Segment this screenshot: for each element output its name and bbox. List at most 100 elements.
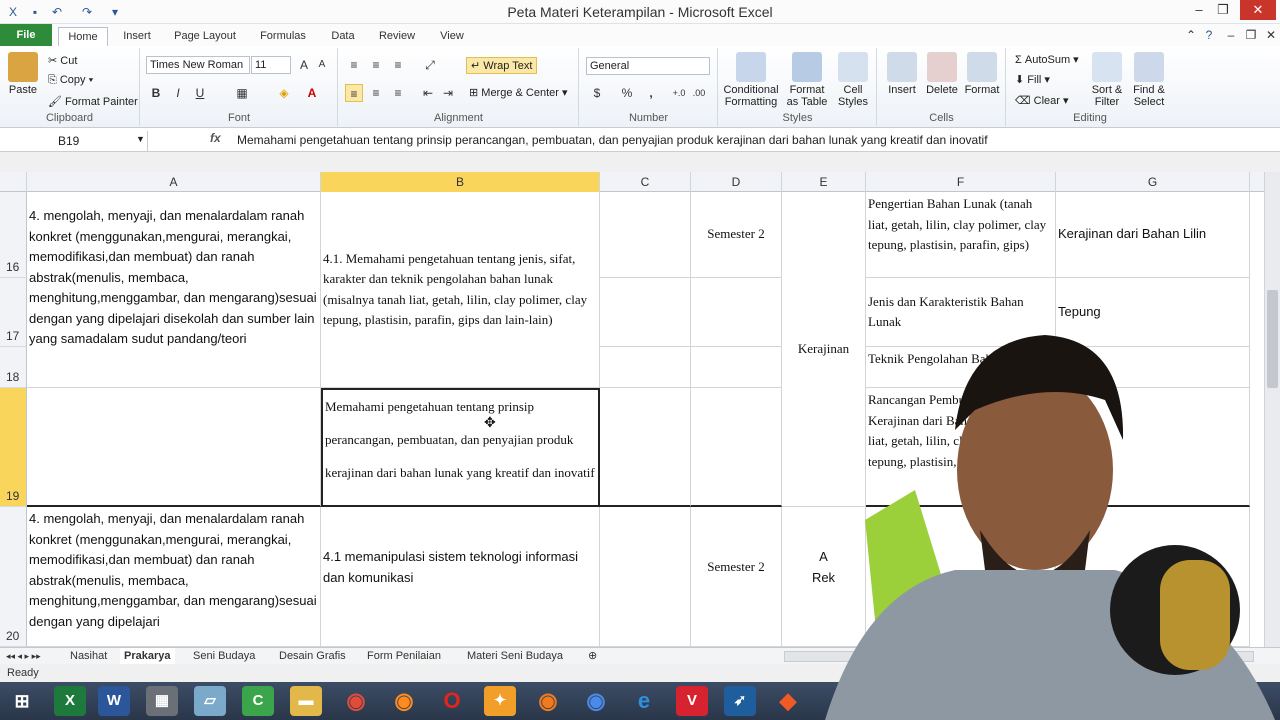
folder-taskbar-icon[interactable]: ▬ xyxy=(290,686,322,716)
fill-button[interactable]: ⬇ Fill ▾ xyxy=(1015,73,1050,86)
sheet-tab-form-penilaian[interactable]: Form Penilaian xyxy=(367,648,441,665)
formula-input[interactable]: Memahami pengetahuan tentang prinsip per… xyxy=(237,133,988,147)
cell-styles-button[interactable]: Cell Styles xyxy=(833,52,873,108)
shrink-font-icon[interactable]: A xyxy=(313,56,331,74)
doc-minimize-icon[interactable]: – xyxy=(1222,26,1240,44)
new-sheet-icon[interactable]: ⊕ xyxy=(588,648,597,665)
word-taskbar-icon[interactable]: W xyxy=(98,686,130,716)
cell-d20[interactable]: Semester 2 xyxy=(691,507,782,647)
doc-close-icon[interactable]: ✕ xyxy=(1262,26,1280,44)
sheet-nav-first-icon[interactable]: ◂◂ ◂ ▸ ▸▸ xyxy=(6,648,41,665)
ribbon-collapse-icon[interactable]: ⌃ xyxy=(1182,26,1200,44)
delete-cells-button[interactable]: Delete xyxy=(922,52,962,96)
wrap-text-button[interactable]: ↵ Wrap Text xyxy=(466,57,538,74)
column-header-f[interactable]: F xyxy=(866,172,1056,192)
cell-c20[interactable] xyxy=(600,507,691,647)
cell-a19[interactable] xyxy=(27,388,321,507)
row-header-20[interactable]: 20 xyxy=(0,507,27,647)
grow-font-icon[interactable]: A xyxy=(295,56,313,74)
align-bottom-icon[interactable]: ≡ xyxy=(389,56,407,74)
tab-data[interactable]: Data xyxy=(326,27,360,46)
tab-page-layout[interactable]: Page Layout xyxy=(170,27,240,46)
decrease-decimal-icon[interactable]: .00 xyxy=(690,84,708,102)
sheet-tab-nasihat[interactable]: Nasihat xyxy=(70,648,107,665)
sheet-tab-desain-grafis[interactable]: Desain Grafis xyxy=(279,648,346,665)
percent-button[interactable]: % xyxy=(618,84,636,102)
camtasia-taskbar-icon[interactable]: C xyxy=(242,686,274,716)
clear-button[interactable]: ⌫ Clear ▾ xyxy=(1015,94,1069,107)
underline-button[interactable]: U xyxy=(191,84,209,102)
minimize-button[interactable]: – xyxy=(1186,0,1212,20)
currency-button[interactable]: $ xyxy=(588,84,606,102)
restore-button[interactable]: ❐ xyxy=(1210,0,1236,20)
cell-a20[interactable]: 4. mengolah, menyaji, dan menalardalam r… xyxy=(27,507,321,647)
cell-f16[interactable]: Pengertian Bahan Lunak (tanah liat, geta… xyxy=(866,192,1056,278)
cell-b16[interactable]: 4.1. Memahami pengetahuan tentang jenis,… xyxy=(321,192,600,388)
tab-home[interactable]: Home xyxy=(58,27,108,46)
ie-taskbar-icon[interactable]: e xyxy=(628,686,660,716)
tab-formulas[interactable]: Formulas xyxy=(254,27,312,46)
copy-button[interactable]: ⎘ Copy ▾ xyxy=(48,74,93,87)
paste-button[interactable]: Paste xyxy=(6,52,40,96)
fill-color-icon[interactable]: ◈ xyxy=(275,84,293,102)
tab-file[interactable]: File xyxy=(0,24,52,46)
chrome-alt-taskbar-icon[interactable]: ◉ xyxy=(580,686,612,716)
firefox-taskbar-icon[interactable]: ◉ xyxy=(388,686,420,716)
name-box-dropdown-icon[interactable]: ▼ xyxy=(136,134,145,144)
doc-restore-icon[interactable]: ❐ xyxy=(1242,26,1260,44)
align-top-icon[interactable]: ≡ xyxy=(345,56,363,74)
align-middle-icon[interactable]: ≡ xyxy=(367,56,385,74)
cell-d19[interactable] xyxy=(691,388,782,507)
column-header-d[interactable]: D xyxy=(691,172,782,192)
chrome-taskbar-icon[interactable]: ◉ xyxy=(340,686,372,716)
sheet-tab-seni-budaya[interactable]: Seni Budaya xyxy=(193,648,255,665)
row-header-18[interactable]: 18 xyxy=(0,347,27,388)
column-header-e[interactable]: E xyxy=(782,172,866,192)
tool-taskbar-icon[interactable]: ➶ xyxy=(724,686,756,716)
cell-c18[interactable] xyxy=(600,347,691,388)
calculator-taskbar-icon[interactable]: ▦ xyxy=(146,686,178,716)
bold-button[interactable]: B xyxy=(147,84,165,102)
windows-start-icon[interactable]: ⊞ xyxy=(6,686,38,716)
cell-g16[interactable]: Kerajinan dari Bahan Lilin xyxy=(1056,192,1250,278)
cell-b19[interactable]: Memahami pengetahuan tentang prinsip per… xyxy=(321,388,600,507)
app-taskbar-icon[interactable]: ✦ xyxy=(484,686,516,716)
row-header-16[interactable]: 16 xyxy=(0,192,27,278)
format-table-button[interactable]: Format as Table xyxy=(785,52,829,108)
sort-filter-button[interactable]: Sort & Filter xyxy=(1087,52,1127,108)
italic-button[interactable]: I xyxy=(169,84,187,102)
opera-taskbar-icon[interactable]: O xyxy=(436,686,468,716)
orientation-icon[interactable]: ⤢ xyxy=(421,56,439,74)
row-header-17[interactable]: 17 xyxy=(0,278,27,347)
cell-d18[interactable] xyxy=(691,347,782,388)
cell-a16[interactable]: 4. mengolah, menyaji, dan menalardalam r… xyxy=(27,192,321,388)
close-button[interactable]: ✕ xyxy=(1240,0,1276,20)
decrease-indent-icon[interactable]: ⇤ xyxy=(419,84,437,102)
firefox-alt-taskbar-icon[interactable]: ◉ xyxy=(532,686,564,716)
insert-cells-button[interactable]: Insert xyxy=(882,52,922,96)
tab-view[interactable]: View xyxy=(434,27,470,46)
cell-c17[interactable] xyxy=(600,278,691,347)
select-all-corner[interactable] xyxy=(0,172,27,192)
cell-d17[interactable] xyxy=(691,278,782,347)
borders-icon[interactable]: ▦ xyxy=(233,84,251,102)
format-cells-button[interactable]: Format xyxy=(962,52,1002,96)
comma-button[interactable]: , xyxy=(642,84,660,102)
align-right-icon[interactable]: ≡ xyxy=(389,84,407,102)
cell-c19[interactable] xyxy=(600,388,691,507)
cell-b20[interactable]: 4.1 memanipulasi sistem teknologi inform… xyxy=(321,507,600,647)
number-format-select[interactable]: General xyxy=(586,57,710,75)
insert-function-button[interactable]: fx xyxy=(210,131,221,145)
conditional-formatting-button[interactable]: Conditional Formatting xyxy=(721,52,781,108)
align-center-icon[interactable]: ≡ xyxy=(367,84,385,102)
cell-c16[interactable] xyxy=(600,192,691,278)
column-header-a[interactable]: A xyxy=(27,172,321,192)
column-header-g[interactable]: G xyxy=(1056,172,1250,192)
row-header-19[interactable]: 19 xyxy=(0,388,27,507)
font-size-select[interactable]: 11 xyxy=(251,56,291,74)
increase-indent-icon[interactable]: ⇥ xyxy=(439,84,457,102)
cut-button[interactable]: ✂ Cut xyxy=(48,54,77,67)
find-select-button[interactable]: Find & Select xyxy=(1129,52,1169,108)
format-painter-button[interactable]: 🖌 Format Painter xyxy=(48,95,138,108)
cell-d16[interactable]: Semester 2 xyxy=(691,192,782,278)
